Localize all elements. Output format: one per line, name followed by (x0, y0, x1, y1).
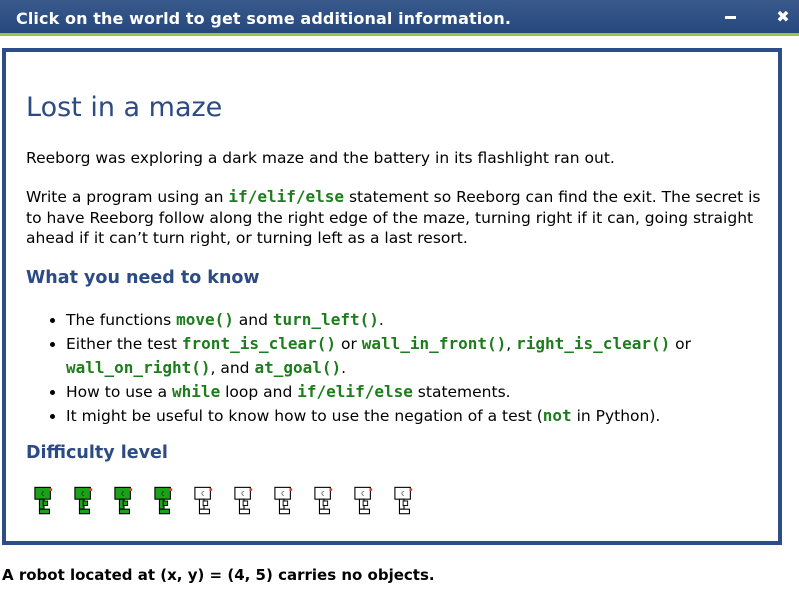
item-text: . (378, 311, 384, 329)
close-button[interactable]: ✖ (773, 7, 793, 27)
difficulty-robot-filled-icon: C (114, 486, 133, 515)
minimize-icon (725, 16, 736, 19)
item-text: . (341, 359, 347, 377)
svg-text:C: C (281, 492, 284, 498)
item-code: turn_left() (272, 310, 379, 329)
item-code: front_is_clear() (181, 334, 337, 353)
item-text: Either the test (66, 335, 182, 353)
svg-text:C: C (161, 492, 164, 498)
difficulty-robot-filled-icon: C (154, 486, 173, 515)
description-panel: Lost in a maze Reeborg was exploring a d… (2, 48, 782, 545)
close-icon: ✖ (776, 7, 790, 26)
item-text: loop and (220, 383, 298, 401)
item-code: move() (176, 310, 234, 329)
difficulty-robot-filled-icon: C (74, 486, 93, 515)
status-message: A robot located at (x, y) = (4, 5) carri… (2, 566, 435, 584)
svg-text:C: C (241, 492, 244, 498)
item-text: , (506, 335, 517, 353)
page-title: Lost in a maze (26, 92, 223, 123)
svg-text:C: C (41, 492, 44, 498)
item-code: not (542, 406, 572, 425)
difficulty-robot-empty-icon: C (234, 486, 253, 515)
difficulty-robot-empty-icon: C (194, 486, 213, 515)
svg-text:C: C (201, 492, 204, 498)
dialog-title: Click on the world to get some additiona… (16, 9, 512, 28)
svg-text:C: C (81, 492, 84, 498)
dialog-titlebar: Click on the world to get some additiona… (0, 0, 799, 36)
difficulty-heading: Difficulty level (26, 443, 168, 463)
intro-text: Reeborg was exploring a dark maze and th… (26, 149, 615, 167)
minimize-button[interactable] (721, 7, 741, 27)
know-heading: What you need to know (26, 268, 260, 288)
item-text: or (336, 335, 362, 353)
list-item: It might be useful to know how to use th… (66, 404, 799, 428)
item-text: or (670, 335, 692, 353)
task-code: if/elif/else (228, 187, 345, 206)
item-code: wall_in_front() (361, 334, 507, 353)
item-text: , and (210, 359, 255, 377)
difficulty-robot-empty-icon: C (314, 486, 333, 515)
know-list: The functions move() and turn_left(). Ei… (26, 308, 799, 428)
item-code: while (172, 382, 221, 401)
item-code: at_goal() (254, 358, 342, 377)
item-text: It might be useful to know how to use th… (66, 407, 543, 425)
item-code: right_is_clear() (516, 334, 671, 353)
difficulty-robot-empty-icon: C (354, 486, 373, 515)
item-code: if/elif/else (297, 382, 413, 401)
svg-text:C: C (121, 492, 124, 498)
svg-text:C: C (361, 492, 364, 498)
task-text-before: Write a program using an (26, 188, 229, 206)
svg-text:C: C (401, 492, 404, 498)
task-paragraph: Write a program using an if/elif/else st… (26, 187, 766, 249)
item-text: How to use a (66, 383, 173, 401)
item-code: wall_on_right() (66, 358, 211, 377)
intro-paragraph: Reeborg was exploring a dark maze and th… (26, 148, 766, 169)
list-item: Either the test front_is_clear() or wall… (66, 332, 799, 380)
svg-text:C: C (321, 492, 324, 498)
difficulty-robot-filled-icon: C (34, 486, 53, 515)
difficulty-robot-empty-icon: C (394, 486, 413, 515)
list-item: The functions move() and turn_left(). (66, 308, 799, 332)
list-item: How to use a while loop and if/elif/else… (66, 380, 799, 404)
item-text: and (233, 311, 273, 329)
difficulty-robot-empty-icon: C (274, 486, 293, 515)
item-text: The functions (66, 311, 177, 329)
item-text: statements. (412, 383, 511, 401)
item-text: in Python). (571, 407, 661, 425)
